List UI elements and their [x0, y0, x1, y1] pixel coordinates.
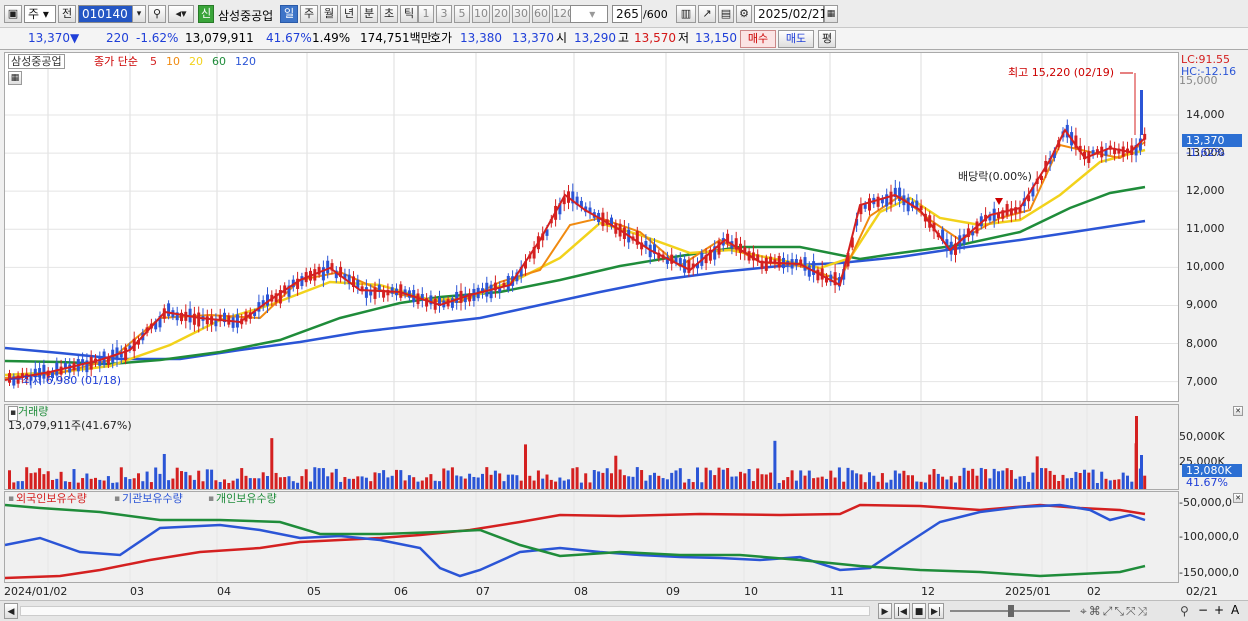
candle-body-176	[764, 257, 768, 271]
candle-body-104	[455, 291, 459, 303]
holdings-legend-icon-2: ▪	[208, 494, 215, 504]
x-label-3: 05	[307, 585, 321, 598]
y-tick-6: 8,000	[1186, 336, 1218, 350]
ma-legend-20: 20	[189, 55, 203, 68]
candle-body-189	[820, 268, 824, 280]
x-label-11: 2025/01	[1005, 585, 1051, 598]
x-label-6: 08	[574, 585, 588, 598]
dividend-marker	[995, 198, 1003, 205]
x-label-1: 03	[130, 585, 144, 598]
candle-body-205	[889, 191, 893, 205]
zoom-out-button[interactable]: −	[1198, 603, 1208, 617]
candle-body-116	[506, 275, 510, 290]
candle-body-27	[124, 347, 128, 361]
high-annotation: 최고 15,220 (02/19)	[1008, 66, 1115, 79]
y-tick-3: 11,000	[1186, 222, 1225, 236]
y-tick-5: 9,000	[1186, 298, 1218, 312]
candle-body-179	[777, 256, 781, 268]
ma-legend-60: 60	[212, 55, 226, 68]
zoom-slider-handle[interactable]	[1008, 605, 1014, 617]
y-tick-7: 7,000	[1186, 374, 1218, 388]
panel-menu-icon[interactable]: ▦	[8, 71, 22, 85]
candle-body-52	[231, 317, 235, 328]
stop-button[interactable]: ■	[912, 603, 926, 619]
holdings-legend-icon-0: ▪	[8, 494, 15, 504]
scroll-track[interactable]	[20, 606, 870, 616]
scroll-left-button[interactable]: ◀	[4, 603, 18, 619]
candle-body-186	[807, 265, 811, 277]
holdings-legend-1: 기관보유수량	[122, 492, 183, 505]
candle-body-89	[390, 287, 394, 294]
x-label-8: 10	[744, 585, 758, 598]
candle-body-202	[876, 196, 880, 207]
candle-body-187	[812, 261, 816, 275]
candle-body-68	[300, 276, 304, 287]
zoom-in-button[interactable]: +	[1214, 603, 1224, 617]
volume-tag-pct: 41.67%	[1186, 476, 1228, 489]
candle-body-85	[373, 287, 377, 299]
font-size-button[interactable]: A	[1231, 603, 1239, 617]
candle-body-46	[205, 316, 209, 325]
candle-body-200	[868, 198, 871, 211]
zoom-icon[interactable]: ⚲	[1180, 604, 1189, 618]
y-tick-2: 12,000	[1186, 184, 1225, 198]
y-tick-top: 15,000	[1179, 74, 1218, 87]
holdings-legend-icon-1: ▪	[114, 494, 121, 504]
price-tag-pct: -1.62%	[1186, 146, 1225, 159]
low-annotation: 최저 6,980 (01/18)	[22, 374, 122, 387]
volume-title: 거래량	[18, 405, 49, 418]
candle-body-84	[369, 291, 373, 296]
candle-body-74	[326, 260, 330, 274]
candle-body-47	[210, 316, 214, 325]
volume-panel[interactable]	[4, 404, 1179, 490]
volume-close-icon[interactable]: ✕	[1233, 406, 1243, 416]
candle-body-185	[803, 257, 807, 271]
hold-tick-100000: -100,000,0	[1179, 530, 1239, 543]
x-label-12: 02	[1087, 585, 1101, 598]
candle-body-0	[8, 373, 11, 383]
dividend-annotation: 배당락(0.00%)	[958, 170, 1032, 183]
x-label-9: 11	[830, 585, 844, 598]
y-tick-4: 10,000	[1186, 260, 1225, 274]
hold-tick-150000: -150,000,0	[1179, 566, 1239, 579]
scroll-bar: ◀ ▶ |◀ ■ ▶| ⌖⌘⤢⤡⤧⤨ ⚲ − + A	[0, 600, 1248, 621]
candle-body-83	[364, 287, 368, 298]
ma-legend-120: 120	[235, 55, 256, 68]
x-label-0: 2024/01/02	[4, 585, 68, 598]
x-label-5: 07	[476, 585, 490, 598]
chart-tools-icons[interactable]: ⌖⌘⤢⤡⤧⤨	[1080, 604, 1149, 619]
y-tick-0: 14,000	[1186, 108, 1225, 121]
candle-body-112	[489, 284, 493, 299]
ma-legend-10: 10	[166, 55, 180, 68]
candle-body-44	[197, 312, 201, 327]
x-label-4: 06	[394, 585, 408, 598]
x-label-10: 12	[921, 585, 935, 598]
vol-tick-50000: 50,000K	[1179, 430, 1225, 443]
candle-body-37	[167, 303, 171, 317]
ma-legend-prefix: 종가 단순	[94, 55, 138, 68]
holdings-legend-0: 외국인보유수량	[16, 492, 87, 505]
x-label-13: 02/21	[1186, 585, 1218, 598]
candle-spike	[1140, 90, 1143, 135]
candle-body-43	[192, 313, 196, 325]
jump-end-button[interactable]: ▶|	[928, 603, 944, 619]
ma-legend-5: 5	[150, 55, 157, 68]
holdings-close-icon[interactable]: ✕	[1233, 493, 1243, 503]
x-label-2: 04	[217, 585, 231, 598]
x-label-7: 09	[666, 585, 680, 598]
hold-tick-50000: -50,000,0	[1179, 496, 1232, 509]
scroll-right-button[interactable]: ▶	[878, 603, 892, 619]
chart-stock-name: 삼성중공업	[8, 54, 65, 69]
jump-start-button[interactable]: |◀	[894, 603, 910, 619]
holdings-legend-2: 개인보유수량	[216, 492, 277, 505]
ma20-line	[4, 148, 1146, 377]
ma60-line	[4, 185, 1146, 366]
volume-readout: 13,079,911주(41.67%)	[8, 419, 132, 432]
